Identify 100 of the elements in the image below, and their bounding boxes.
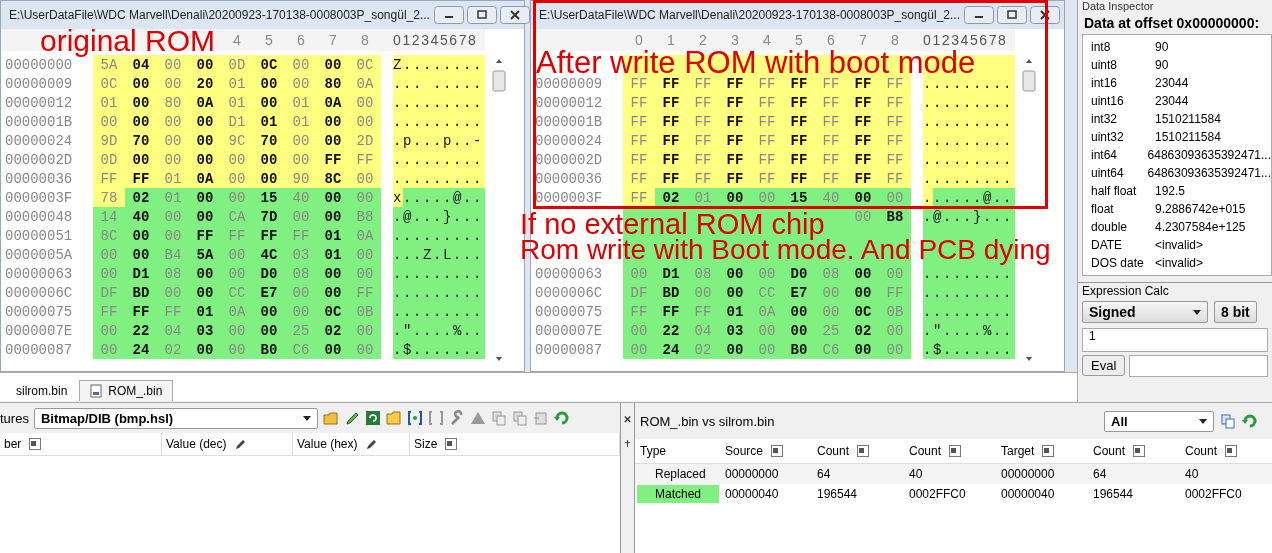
close-icon[interactable] <box>1030 6 1060 24</box>
hex-byte: FF <box>847 74 879 93</box>
hex-byte: 4C <box>253 245 285 264</box>
pencil-icon[interactable] <box>343 410 360 426</box>
hex-byte: FF <box>719 131 751 150</box>
offset-label: 0000006C <box>534 283 604 302</box>
hex-byte: 01 <box>317 245 349 264</box>
hex-byte: 00 <box>285 207 317 226</box>
hex-byte: 00 <box>285 131 317 150</box>
column-header: Value (dec) <box>166 437 227 451</box>
minimize-icon[interactable] <box>964 6 994 24</box>
brackets-icon[interactable] <box>406 410 423 426</box>
close-icon[interactable] <box>499 6 530 24</box>
hex-byte: 00 <box>93 321 125 340</box>
type-label: int16 <box>1091 76 1119 90</box>
value-text: 9.2886742e+015 <box>1155 202 1246 216</box>
file-tab[interactable]: silrom.bin <box>6 381 78 401</box>
table-cell: 64 <box>817 467 831 481</box>
hex-byte: 0C <box>93 74 125 93</box>
hex-byte: 01 <box>285 112 317 131</box>
restore-icon[interactable] <box>997 6 1027 24</box>
folder-icon[interactable] <box>385 410 402 426</box>
offset-label: 00000075 <box>4 302 74 321</box>
hex-byte: 0B <box>879 302 911 321</box>
type-label: int64 <box>1091 148 1119 162</box>
ascii-text: ......... <box>393 150 485 169</box>
compare-title: ROM_.bin vs silrom.bin <box>640 413 776 429</box>
open-folder-icon[interactable] <box>322 410 339 426</box>
hex-byte: FF <box>815 74 847 93</box>
width-dropdown[interactable]: 8 bit <box>1214 301 1257 323</box>
hex-byte: FF <box>719 169 751 188</box>
minimize-icon[interactable] <box>433 6 464 24</box>
hex-byte: FF <box>623 150 655 169</box>
hex-byte: 0C <box>349 55 381 74</box>
hex-byte: 00 <box>285 302 317 321</box>
template-dropdown[interactable]: Bitmap/DIB (bmp.hsl) <box>33 407 318 429</box>
column-header: Value (hex) <box>297 437 358 451</box>
ascii-text: .p...p..- <box>393 131 485 150</box>
hex-byte: 00 <box>879 340 911 359</box>
hex-byte: 00 <box>189 188 221 207</box>
table-cell: 0002FFC0 <box>909 487 966 501</box>
refresh-icon[interactable] <box>553 410 570 426</box>
hex-byte: 80 <box>157 93 189 112</box>
column-header: Type <box>640 444 666 458</box>
hex-byte: FF <box>815 150 847 169</box>
mode-dropdown[interactable]: Signed <box>1082 301 1208 323</box>
hex-byte: 00 <box>317 264 349 283</box>
ascii-text: ......... <box>923 302 1015 321</box>
value-text: 23044 <box>1155 94 1189 108</box>
hex-byte: FF <box>623 131 655 150</box>
eval-button[interactable]: Eval <box>1082 355 1126 376</box>
copy-icon[interactable] <box>511 410 528 426</box>
file-tab[interactable]: ROM_.bin <box>79 380 174 401</box>
hex-byte: FF <box>719 112 751 131</box>
copy-icon[interactable] <box>490 410 507 426</box>
hex-byte: B0 <box>783 340 815 359</box>
hex-byte: FF <box>879 150 911 169</box>
expression-editor[interactable]: 1 <box>1082 328 1268 352</box>
hex-byte: 00 <box>125 74 157 93</box>
hex-byte: 00 <box>93 112 125 131</box>
hex-byte: 00 <box>189 283 221 302</box>
hex-byte: FF <box>879 93 911 112</box>
hex-byte: 00 <box>157 283 189 302</box>
hex-byte: 02 <box>157 340 189 359</box>
type-cell-text: Replaced <box>654 466 707 483</box>
offset-label: 00000048 <box>4 207 74 226</box>
offset-label: 00000087 <box>4 340 74 359</box>
hex-byte: FF <box>783 131 815 150</box>
hex-byte: 00 <box>349 93 381 112</box>
offset-label: 00000009 <box>4 74 74 93</box>
hex-byte: 01 <box>221 74 253 93</box>
hex-byte: 00 <box>349 169 381 188</box>
hex-byte: 00 <box>719 340 751 359</box>
refresh-icon[interactable] <box>1242 413 1258 429</box>
hex-byte: 00 <box>221 264 253 283</box>
hex-byte: FF <box>189 226 221 245</box>
brackets-icon[interactable] <box>427 410 444 426</box>
value-text: 1510211584 <box>1155 130 1221 144</box>
hex-byte: FF <box>655 112 687 131</box>
hex-byte: 00 <box>157 55 189 74</box>
hex-byte: 00 <box>157 74 189 93</box>
format-icon <box>949 445 962 457</box>
hex-byte: 00 <box>317 55 349 74</box>
paste-icon[interactable] <box>532 410 549 426</box>
table-cell: 40 <box>909 467 923 481</box>
hex-byte: 00 <box>349 188 381 207</box>
annotation-text: After write ROM with boot mode <box>536 52 976 74</box>
restore-icon[interactable] <box>466 6 497 24</box>
column-header: 7 <box>858 31 868 50</box>
triangle-icon[interactable] <box>469 410 486 426</box>
hex-byte: FF <box>847 169 879 188</box>
hex-byte: 00 <box>687 283 719 302</box>
hex-byte: 00 <box>815 302 847 321</box>
ascii-text: ."....%.. <box>393 321 485 340</box>
refresh-icon[interactable] <box>364 410 381 426</box>
hex-byte: 00 <box>783 321 815 340</box>
copy-icon[interactable] <box>1220 413 1236 429</box>
column-header: 0 <box>634 31 644 50</box>
hex-byte: 0A <box>189 169 221 188</box>
filter-dropdown[interactable]: All <box>1104 410 1214 432</box>
